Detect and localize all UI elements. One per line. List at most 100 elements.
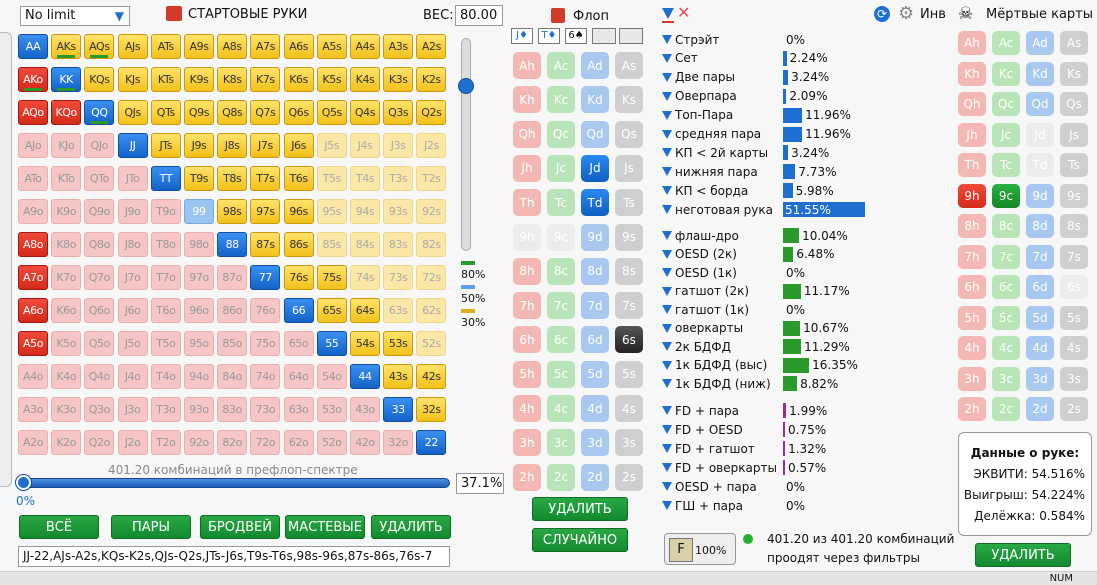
- card-4d[interactable]: 4d: [1026, 336, 1054, 360]
- stat-row[interactable]: Сет: [662, 50, 698, 67]
- card-7h[interactable]: 7h: [958, 244, 986, 269]
- stat-row[interactable]: КП < борда: [662, 182, 748, 199]
- hand-cell-98o[interactable]: 98o: [184, 232, 214, 257]
- card-Kd[interactable]: Kd: [581, 86, 609, 114]
- funnel-icon[interactable]: [662, 129, 672, 139]
- card-Js[interactable]: Js: [1060, 122, 1088, 147]
- hand-cell-T2o[interactable]: T2o: [150, 430, 181, 455]
- card-2c[interactable]: 2c: [992, 397, 1020, 421]
- card-2s[interactable]: 2s: [1060, 397, 1088, 421]
- hand-cell-83o[interactable]: 83o: [217, 397, 248, 422]
- hand-cell-T8s[interactable]: T8s: [217, 166, 248, 191]
- funnel-icon[interactable]: [662, 463, 672, 472]
- funnel-icon[interactable]: [662, 425, 672, 434]
- flop-delete-button[interactable]: УДАЛИТЬ: [532, 497, 628, 521]
- hand-cell-A5o[interactable]: A5o: [18, 331, 48, 356]
- stat-row[interactable]: Оверпара: [662, 88, 737, 105]
- card-5d[interactable]: 5d: [1026, 305, 1054, 330]
- card-Ts[interactable]: Ts: [615, 189, 643, 217]
- hand-cell-J2o[interactable]: J2o: [117, 430, 148, 455]
- card-7s[interactable]: 7s: [615, 292, 643, 320]
- hand-cell-J8o[interactable]: J8o: [117, 232, 148, 257]
- hand-cell-43s[interactable]: 43s: [383, 364, 414, 389]
- stat-row[interactable]: КП < 2й карты: [662, 144, 768, 161]
- card-9s[interactable]: 9s: [1060, 183, 1088, 208]
- card-As[interactable]: As: [1060, 31, 1088, 55]
- hand-cell-K8o[interactable]: K8o: [51, 232, 82, 257]
- hand-cell-K8s[interactable]: K8s: [217, 67, 248, 92]
- card-Jd[interactable]: Jd: [581, 154, 609, 182]
- card-Jd[interactable]: Jd: [1026, 122, 1054, 147]
- random-button[interactable]: СЛУЧАЙНО: [532, 528, 628, 552]
- card-5h[interactable]: 5h: [513, 360, 541, 388]
- card-Ah[interactable]: Ah: [958, 31, 986, 55]
- hand-cell-ATs[interactable]: ATs: [150, 34, 181, 59]
- card-2h[interactable]: 2h: [513, 463, 541, 491]
- card-6c[interactable]: 6c: [992, 275, 1020, 299]
- card-Jc[interactable]: Jc: [547, 154, 575, 182]
- card-9d[interactable]: 9d: [581, 223, 609, 251]
- hand-cell-32s[interactable]: 32s: [416, 397, 447, 422]
- hand-cell-77[interactable]: 77: [250, 265, 281, 290]
- funnel-icon[interactable]: [662, 406, 672, 415]
- stat-row[interactable]: Топ-Пара: [662, 107, 733, 124]
- hand-cell-T6o[interactable]: T6o: [150, 298, 181, 323]
- hand-cell-93o[interactable]: 93o: [184, 397, 214, 422]
- stat-row[interactable]: 1к БДФД (ниж): [662, 375, 771, 392]
- card-4c[interactable]: 4c: [547, 395, 575, 422]
- hand-cell-95o[interactable]: 95o: [184, 331, 214, 356]
- hand-cell-KQs[interactable]: KQs: [84, 67, 115, 92]
- hand-cell-A7o[interactable]: A7o: [18, 265, 48, 290]
- card-7h[interactable]: 7h: [513, 292, 541, 320]
- hand-cell-K7s[interactable]: K7s: [250, 67, 281, 92]
- card-8d[interactable]: 8d: [581, 257, 609, 285]
- limit-select[interactable]: No limit ▼: [20, 6, 130, 26]
- card-3h[interactable]: 3h: [513, 429, 541, 457]
- card-Kd[interactable]: Kd: [1026, 61, 1054, 86]
- card-4d[interactable]: 4d: [581, 395, 609, 422]
- hand-cell-K3s[interactable]: K3s: [383, 67, 414, 92]
- card-8d[interactable]: 8d: [1026, 214, 1054, 238]
- hand-cell-Q3s[interactable]: Q3s: [383, 100, 414, 125]
- hand-cell-Q5s[interactable]: Q5s: [316, 100, 347, 125]
- hand-cell-52o[interactable]: 52o: [316, 430, 347, 455]
- card-Kh[interactable]: Kh: [513, 86, 541, 114]
- flop-slot[interactable]: [619, 28, 643, 44]
- funnel-icon[interactable]: [662, 482, 672, 491]
- card-3s[interactable]: 3s: [615, 429, 643, 457]
- card-Qc[interactable]: Qc: [992, 92, 1020, 116]
- card-As[interactable]: As: [615, 52, 643, 79]
- hand-cell-KJs[interactable]: KJs: [117, 67, 148, 92]
- hand-cell-55[interactable]: 55: [316, 331, 347, 356]
- card-Qd[interactable]: Qd: [1026, 92, 1054, 116]
- hand-cell-95s[interactable]: 95s: [316, 199, 347, 224]
- hand-cell-76o[interactable]: 76o: [250, 298, 281, 323]
- hand-cell-42s[interactable]: 42s: [416, 364, 447, 389]
- pairs-button[interactable]: ПАРЫ: [111, 515, 191, 539]
- stat-row[interactable]: 1к БДФД (выс): [662, 357, 767, 374]
- card-4c[interactable]: 4c: [992, 336, 1020, 360]
- hand-cell-54s[interactable]: 54s: [350, 331, 380, 356]
- card-Td[interactable]: Td: [1026, 153, 1054, 177]
- hand-cell-K2o[interactable]: K2o: [51, 430, 82, 455]
- hand-cell-76s[interactable]: 76s: [283, 265, 314, 290]
- card-6d[interactable]: 6d: [581, 326, 609, 354]
- card-7d[interactable]: 7d: [1026, 244, 1054, 269]
- hand-cell-AJs[interactable]: AJs: [117, 34, 148, 59]
- hand-cell-93s[interactable]: 93s: [383, 199, 414, 224]
- hand-cell-33[interactable]: 33: [383, 397, 414, 422]
- hand-cell-A3o[interactable]: A3o: [18, 397, 48, 422]
- stat-row[interactable]: ГШ + пара: [662, 497, 743, 514]
- suited-button[interactable]: МАСТЕВЫЕ: [285, 515, 365, 539]
- hand-cell-53s[interactable]: 53s: [383, 331, 414, 356]
- funnel-icon[interactable]: [662, 91, 672, 101]
- hand-cell-88[interactable]: 88: [217, 232, 248, 257]
- card-2s[interactable]: 2s: [615, 463, 643, 491]
- hand-cell-T5o[interactable]: T5o: [150, 331, 181, 356]
- hand-cell-Q7o[interactable]: Q7o: [84, 265, 115, 290]
- stat-row[interactable]: гатшот (1к): [662, 301, 749, 318]
- funnel-icon[interactable]: [662, 342, 672, 351]
- card-9c[interactable]: 9c: [547, 223, 575, 251]
- card-6c[interactable]: 6c: [547, 326, 575, 354]
- hand-cell-K4s[interactable]: K4s: [350, 67, 380, 92]
